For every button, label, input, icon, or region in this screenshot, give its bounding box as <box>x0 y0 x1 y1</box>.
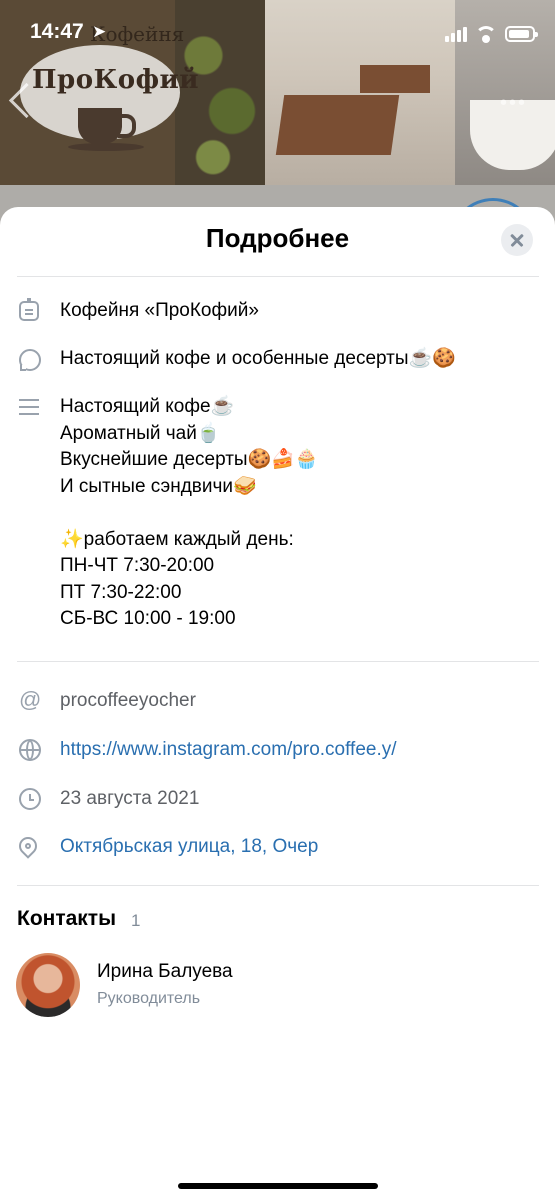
divider <box>17 885 539 886</box>
wifi-icon <box>475 26 497 43</box>
location-pin-icon <box>15 833 41 859</box>
avatar[interactable] <box>16 953 80 1017</box>
battery-icon <box>505 26 538 42</box>
divider <box>17 276 539 277</box>
logo-text: ПроКофий <box>32 65 200 95</box>
location-arrow-icon: ➤ <box>92 22 107 41</box>
cover-table <box>275 95 400 155</box>
globe-icon <box>19 739 41 761</box>
contact-item[interactable]: Ирина Балуева Руководитель <box>16 953 536 1019</box>
status-bubble-icon <box>19 349 41 371</box>
founded-date: 23 августа 2021 <box>60 788 200 809</box>
clock-icon <box>19 788 41 810</box>
contacts-count: 1 <box>131 911 141 930</box>
community-name: Кофейня «ПроКофий» <box>60 300 259 321</box>
cover-table <box>360 65 430 93</box>
details-sheet: Подробнее Кофейня «ПроКофий» Настоящий к… <box>0 207 555 1200</box>
logo-cup-icon <box>78 108 122 144</box>
screen-name[interactable]: procoffeeyocher <box>60 688 196 715</box>
close-button[interactable] <box>501 224 533 256</box>
website-link[interactable]: https://www.instagram.com/pro.coffee.y/ <box>60 737 397 764</box>
home-indicator[interactable] <box>178 1183 378 1189</box>
more-icon[interactable]: ••• <box>500 92 527 115</box>
status-icons <box>445 24 538 43</box>
contacts-title: Контакты <box>17 907 117 930</box>
description-icon <box>19 396 41 418</box>
contact-name[interactable]: Ирина Балуева <box>97 961 233 983</box>
address-link[interactable]: Октябрьская улица, 18, Очер <box>60 834 318 861</box>
sheet-title: Подробнее <box>205 223 350 253</box>
status-time: 14:47 <box>30 20 84 43</box>
cellular-signal-icon <box>445 27 467 42</box>
divider <box>17 661 539 662</box>
logo-cup-handle <box>118 114 136 138</box>
status-text: Настоящий кофе и особенные десерты☕️🍪 <box>60 348 456 369</box>
logo-saucer <box>68 143 144 151</box>
at-icon: @ <box>19 687 42 712</box>
contact-role: Руководитель <box>97 990 201 1007</box>
description-text: Настоящий кофе☕️ Ароматный чай🍵 Вкуснейш… <box>60 396 319 629</box>
community-icon <box>19 298 39 321</box>
